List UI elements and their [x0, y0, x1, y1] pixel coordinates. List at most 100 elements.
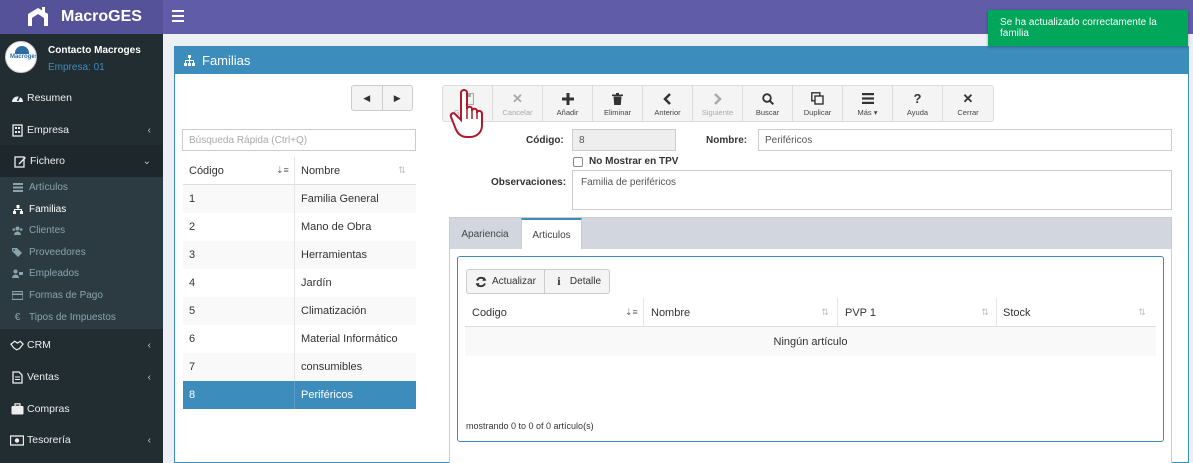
search-button[interactable]: Buscar	[743, 86, 793, 121]
sidebar: Macroges Contacto Macroges Empresa: 01 R…	[0, 34, 163, 463]
tab-articulos[interactable]: Articulos	[521, 218, 582, 251]
familias-table: Código ⇣≡ Nombre ⇅ 1 Familia General 2 Man…	[183, 157, 416, 409]
table-row[interactable]: 7 consumibles	[183, 353, 416, 381]
edit-icon	[13, 154, 27, 168]
tab-apariencia[interactable]: Apariencia	[450, 218, 520, 251]
sort-asc-icon[interactable]: ⇣≡	[625, 307, 638, 319]
chevron-right-icon	[711, 92, 725, 105]
sidebar-subitem-proveedores[interactable]: Proveedores	[0, 242, 163, 263]
sort-icon[interactable]: ⇅	[819, 307, 831, 319]
sidebar-item-resumen[interactable]: Resumen	[0, 82, 163, 114]
sidebar-subitem-clientes[interactable]: Clientes	[0, 220, 163, 241]
briefcase-icon	[10, 402, 24, 416]
caret-left-icon: ◀	[363, 92, 371, 103]
search-icon	[761, 92, 775, 105]
dashboard-icon	[10, 91, 24, 105]
table-row[interactable]: 1 Familia General	[183, 185, 416, 213]
sitemap-icon	[12, 205, 23, 215]
page-title: Familias	[202, 53, 251, 68]
info-icon: i	[557, 274, 561, 288]
sitemap-icon	[184, 55, 195, 66]
table-row[interactable]: 5 Climatización	[183, 297, 416, 325]
no-tpv-checkbox[interactable]: No Mostrar en TPV	[573, 156, 678, 167]
document-icon	[10, 370, 24, 384]
previous-button[interactable]: Anterior	[643, 86, 693, 121]
familias-panel: Familias ◀ ▶ Código ⇣≡ Nombre ⇅ 1Familia…	[174, 46, 1189, 463]
sidebar-item-compras[interactable]: Compras	[0, 393, 163, 425]
prev-record-button[interactable]: ◀	[352, 86, 382, 110]
column-header-pvp1[interactable]: PVP 1	[845, 307, 876, 319]
sidebar-item-fichero[interactable]: Fichero ⌄	[0, 145, 163, 177]
user-tie-icon	[12, 269, 23, 279]
chevron-left-icon: ‹	[147, 371, 151, 383]
duplicate-button[interactable]: Duplicar	[793, 86, 843, 121]
table-row[interactable]: 4 Jardín	[183, 269, 416, 297]
sort-icon[interactable]: ⇅	[979, 307, 991, 319]
chevron-left-icon	[661, 92, 675, 105]
sidebar-item-crm[interactable]: CRM ‹	[0, 329, 163, 361]
detail-button[interactable]: i Detalle	[543, 270, 609, 293]
money-icon	[10, 433, 24, 447]
success-notification[interactable]: Se ha actualizado correctamente la famil…	[988, 10, 1188, 46]
table-row[interactable]: 2 Mano de Obra	[183, 213, 416, 241]
action-toolbar: Guardar ✕ Cancelar Añadir Eliminar Anter…	[442, 85, 994, 122]
sort-icon[interactable]: ⇅	[396, 165, 408, 177]
column-header-nombre[interactable]: Nombre	[651, 307, 690, 319]
more-dropdown-button[interactable]: Más ▾	[843, 86, 893, 121]
sidebar-item-tesoreria[interactable]: Tesorería ‹	[0, 424, 163, 456]
code-field[interactable]: 8	[572, 129, 676, 151]
name-label: Nombre:	[706, 135, 748, 146]
sidebar-subitem-empleados[interactable]: Empleados	[0, 263, 163, 284]
logo-icon	[28, 7, 48, 26]
handshake-icon	[10, 338, 24, 352]
help-button[interactable]: ? Ayuda	[893, 86, 943, 121]
refresh-icon	[475, 276, 487, 288]
sidebar-item-ventas[interactable]: Ventas ‹	[0, 361, 163, 393]
trash-icon	[611, 92, 625, 105]
table-row-selected[interactable]: 8 Periféricos	[183, 381, 416, 409]
sort-asc-icon[interactable]: ⇣≡	[276, 165, 289, 177]
observations-textarea[interactable]: Familia de periféricos	[572, 170, 1172, 210]
quick-search-input[interactable]	[182, 129, 416, 151]
credit-card-icon	[12, 291, 23, 301]
user-company: Empresa: 01	[48, 62, 105, 73]
sidebar-subitem-articulos[interactable]: Artículos	[0, 177, 163, 198]
record-nav-group: ◀ ▶	[351, 85, 413, 111]
column-header-codigo[interactable]: Código	[189, 165, 224, 177]
delete-button[interactable]: Eliminar	[593, 86, 643, 121]
articles-panel: Actualizar i Detalle Codigo ⇣≡ Nombre ⇅ …	[457, 256, 1164, 442]
articles-button-group: Actualizar i Detalle	[466, 269, 611, 294]
table-header: Código ⇣≡ Nombre ⇅	[183, 157, 416, 185]
brand-logo[interactable]: MacroGES	[0, 0, 163, 34]
next-button[interactable]: Siguiente	[693, 86, 743, 121]
sidebar-subitem-formas-de-pago[interactable]: Formas de Pago	[0, 285, 163, 306]
cancel-button[interactable]: ✕ Cancelar	[493, 86, 543, 121]
hand-pointer-icon	[449, 89, 483, 138]
column-header-codigo[interactable]: Codigo	[472, 307, 507, 319]
list-icon	[12, 183, 23, 193]
column-header-stock[interactable]: Stock	[1003, 307, 1031, 319]
close-button[interactable]: ✕ Cerrar	[943, 86, 993, 121]
tags-icon	[12, 248, 23, 258]
sidebar-item-empresa[interactable]: Empresa ‹	[0, 114, 163, 146]
sidebar-toggle-button[interactable]	[172, 10, 184, 22]
add-button[interactable]: Añadir	[543, 86, 593, 121]
euro-icon: €	[14, 312, 21, 323]
table-row[interactable]: 6 Material Informático	[183, 325, 416, 353]
plus-icon	[561, 92, 575, 105]
chevron-left-icon: ‹	[147, 339, 151, 351]
name-field[interactable]: Periféricos	[758, 129, 1172, 151]
sort-icon[interactable]: ⇅	[1136, 307, 1148, 319]
sidebar-subitem-tipos-de-impuestos[interactable]: € Tipos de Impuestos	[0, 307, 163, 328]
menu-icon	[861, 92, 875, 105]
chevron-down-icon: ⌄	[142, 155, 151, 167]
table-row[interactable]: 3 Herramientas	[183, 241, 416, 269]
checkbox[interactable]	[573, 156, 583, 167]
sidebar-subitem-familias[interactable]: Familias	[0, 199, 163, 220]
building-icon	[10, 123, 24, 137]
table-header: Codigo ⇣≡ Nombre ⇅ PVP 1 ⇅ Stock ⇅	[465, 298, 1156, 327]
caret-right-icon: ▶	[393, 92, 401, 103]
refresh-button[interactable]: Actualizar	[467, 270, 544, 293]
column-header-nombre[interactable]: Nombre	[301, 165, 340, 177]
next-record-button[interactable]: ▶	[381, 86, 413, 110]
